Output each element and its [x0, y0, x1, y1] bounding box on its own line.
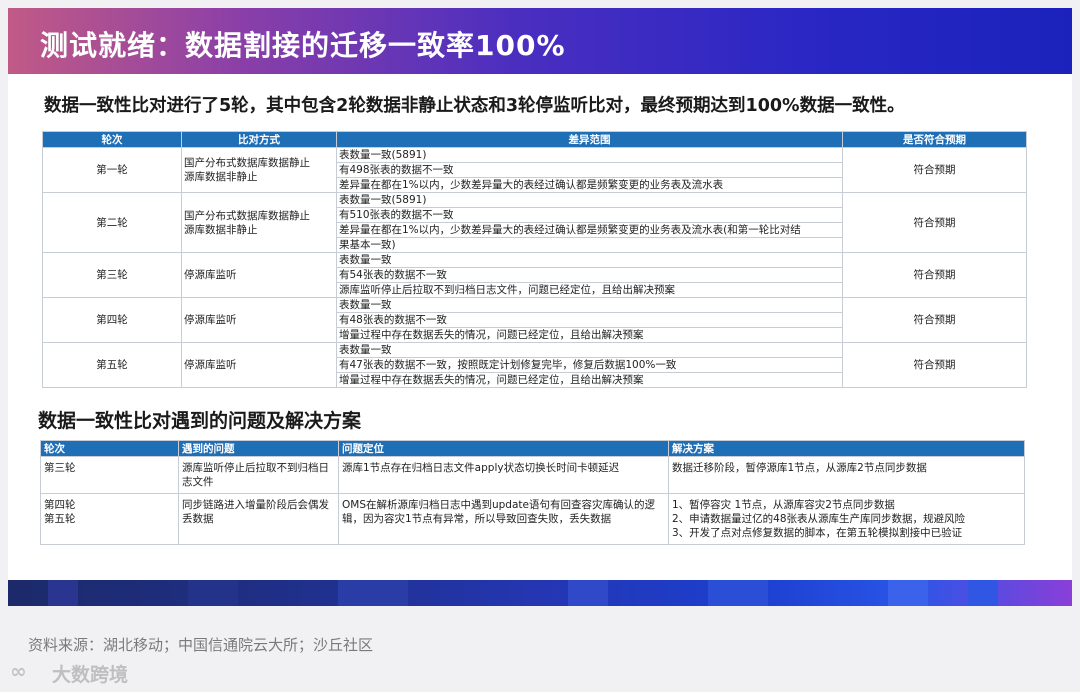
- slide-title: 测试就绪：数据割接的迁移一致率100%: [40, 29, 566, 62]
- round-cell: 第四轮 第五轮: [40, 493, 179, 545]
- round-cell: 第一轮: [42, 147, 182, 193]
- method-line: 源库数据非静止: [184, 223, 258, 236]
- table-row: 第二轮 国产分布式数据库数据静止 源库数据非静止 表数量一致(5891) 符合预期: [42, 192, 1027, 253]
- diff-cell: 差异量在都在1%以内，少数差异量大的表经过确认都是频繁变更的业务表及流水表: [336, 177, 843, 193]
- title-bar: 测试就绪：数据割接的迁移一致率100%: [8, 8, 1072, 74]
- diff-cell: 有510张表的数据不一致: [336, 207, 843, 223]
- method-cell: 停源库监听: [181, 297, 337, 343]
- result-cell: 符合预期: [842, 342, 1027, 388]
- diff-cell: 增量过程中存在数据丢失的情况，问题已经定位，且给出解决预案: [336, 327, 843, 343]
- round-cell: 第四轮: [42, 297, 182, 343]
- solution-line: 数据迁移阶段，暂停源库1节点，从源库2节点同步数据: [672, 462, 927, 474]
- result-cell: 符合预期: [842, 147, 1027, 193]
- method-cell: 国产分布式数据库数据静止 源库数据非静止: [181, 192, 337, 253]
- slide: 测试就绪：数据割接的迁移一致率100% 数据一致性比对进行了5轮，其中包含2轮数…: [8, 8, 1072, 606]
- round-line: 第四轮: [44, 499, 76, 511]
- header-result: 是否符合预期: [842, 131, 1027, 148]
- solution-line: 1、暂停容灾 1节点，从源库容灾2节点同步数据: [672, 499, 895, 511]
- result-cell: 符合预期: [842, 252, 1027, 298]
- solution-line: 3、开发了点对点修复数据的脚本，在第五轮模拟割接中已验证: [672, 527, 963, 539]
- footer-bar: [8, 580, 1072, 606]
- table-header-row: 轮次 比对方式 差异范围 是否符合预期: [42, 131, 1027, 148]
- round-cell: 第三轮: [42, 252, 182, 298]
- diff-cell: 表数量一致(5891): [336, 147, 843, 163]
- solution-cell: 1、暂停容灾 1节点，从源库容灾2节点同步数据 2、申请数据量过亿的48张表从源库…: [668, 493, 1025, 545]
- diff-cell: 源库监听停止后拉取不到归档日志文件，问题已经定位，且给出解决预案: [336, 282, 843, 298]
- round-cell: 第三轮: [40, 456, 179, 494]
- diff-cell: 差异量在都在1%以内，少数差异量大的表经过确认都是频繁变更的业务表及流水表(和第…: [336, 222, 843, 238]
- section-title: 数据一致性比对遇到的问题及解决方案: [38, 410, 362, 432]
- method-line: 停源库监听: [184, 269, 237, 281]
- svg-text:∞: ∞: [10, 659, 27, 683]
- header-problem: 遇到的问题: [178, 440, 339, 457]
- result-cell: 符合预期: [842, 297, 1027, 343]
- diff-cell: 表数量一致: [336, 252, 843, 268]
- diff-cell: 有498张表的数据不一致: [336, 162, 843, 178]
- header-method: 比对方式: [181, 131, 337, 148]
- table-row: 第四轮 停源库监听 表数量一致 符合预期: [42, 297, 1027, 343]
- method-line: 国产分布式数据库数据静止: [184, 209, 310, 222]
- method-line: 源库数据非静止: [184, 171, 258, 183]
- table-row: 第五轮 停源库监听 表数量一致 符合预期: [42, 342, 1027, 388]
- diff-cell: 表数量一致: [336, 342, 843, 358]
- round-cell: 第二轮: [42, 192, 182, 253]
- solution-line: 2、申请数据量过亿的48张表从源库生产库同步数据，规避风险: [672, 513, 966, 525]
- header-diff: 差异范围: [336, 131, 843, 148]
- diff-cell: 表数量一致: [336, 297, 843, 313]
- table-row: 第三轮 停源库监听 表数量一致 符合预期: [42, 252, 1027, 298]
- header-locate: 问题定位: [338, 440, 669, 457]
- problem-cell: 源库监听停止后拉取不到归档日志文件: [178, 456, 339, 494]
- method-line: 国产分布式数据库数据静止: [184, 157, 310, 169]
- header-round: 轮次: [40, 440, 179, 457]
- problem-cell: 同步链路进入增量阶段后会偶发丢数据: [178, 493, 339, 545]
- round-cell: 第五轮: [42, 342, 182, 388]
- brand-logo-text: 大数跨境: [52, 664, 129, 686]
- method-cell: 停源库监听: [181, 342, 337, 388]
- method-cell: 国产分布式数据库数据静止 源库数据非静止: [181, 147, 337, 193]
- round-line: 第五轮: [44, 513, 76, 525]
- method-line: 停源库监听: [184, 359, 237, 371]
- subtitle: 数据一致性比对进行了5轮，其中包含2轮数据非静止状态和3轮停监听比对，最终预期达…: [44, 96, 905, 116]
- table-header-row: 轮次 遇到的问题 问题定位 解决方案: [40, 440, 1025, 457]
- brand-logo-icon: ∞: [10, 659, 27, 683]
- diff-cell: 有54张表的数据不一致: [336, 267, 843, 283]
- comparison-table: 轮次 比对方式 差异范围 是否符合预期 第一轮 国产分布式数据库数据静止 源库数据非…: [42, 131, 1027, 388]
- solution-cell: 数据迁移阶段，暂停源库1节点，从源库2节点同步数据: [668, 456, 1025, 494]
- header-round: 轮次: [42, 131, 182, 148]
- diff-cell: 有48张表的数据不一致: [336, 312, 843, 328]
- table-row: 第四轮 第五轮 同步链路进入增量阶段后会偶发丢数据 OMS在解析源库归档日志中遇到up…: [40, 493, 1025, 545]
- table-row: 第三轮 源库监听停止后拉取不到归档日志文件 源库1节点存在归档日志文件apply状态…: [40, 456, 1025, 494]
- diff-cell: 果基本一致): [336, 237, 843, 253]
- diff-cell: 增量过程中存在数据丢失的情况，问题已经定位，且给出解决预案: [336, 372, 843, 388]
- issues-table: 轮次 遇到的问题 问题定位 解决方案 第三轮 源库监听停止后拉取不到归档日志文件源…: [40, 440, 1025, 545]
- locate-cell: OMS在解析源库归档日志中遇到update语句有回查容灾库确认的逻辑，因为容灾1…: [338, 493, 669, 545]
- table-row: 第一轮 国产分布式数据库数据静止 源库数据非静止 表数量一致(5891) 符合预期: [42, 147, 1027, 193]
- method-cell: 停源库监听: [181, 252, 337, 298]
- source-note: 资料来源：湖北移动；中国信通院云大所；沙丘社区: [28, 636, 374, 654]
- locate-cell: 源库1节点存在归档日志文件apply状态切换长时间卡顿延迟: [338, 456, 669, 494]
- round-line: 第三轮: [44, 462, 76, 474]
- diff-cell: 表数量一致(5891): [336, 192, 843, 208]
- header-solution: 解决方案: [668, 440, 1025, 457]
- result-cell: 符合预期: [842, 192, 1027, 253]
- diff-cell: 有47张表的数据不一致，按照既定计划修复完毕，修复后数据100%一致: [336, 357, 843, 373]
- method-line: 停源库监听: [184, 314, 237, 326]
